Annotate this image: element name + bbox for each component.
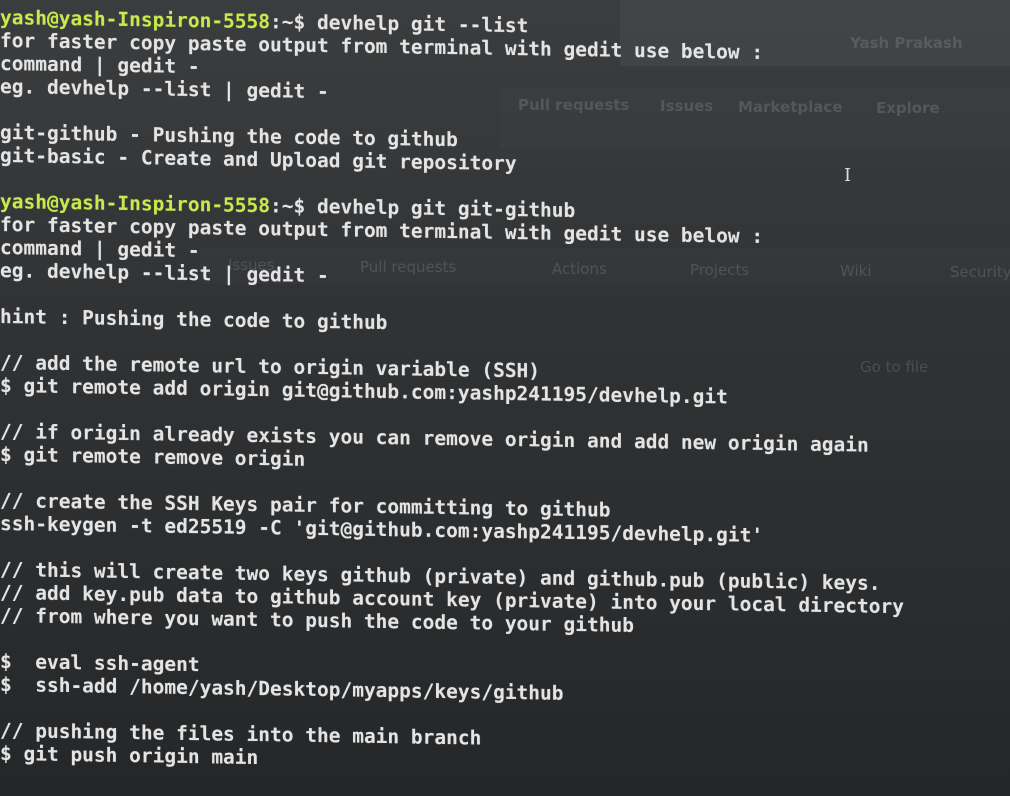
terminal-output[interactable]: yash@yash-Inspiron-5558:~$ devhelp git -… bbox=[0, 6, 1010, 781]
prompt-path: :~$ bbox=[270, 194, 317, 218]
text-cursor-icon: I bbox=[844, 165, 852, 186]
prompt-path: :~$ bbox=[270, 10, 317, 34]
terminal-screen: Yash Prakash Pull requests Issues Market… bbox=[0, 0, 1010, 796]
command-text: devhelp git --list bbox=[317, 10, 529, 38]
